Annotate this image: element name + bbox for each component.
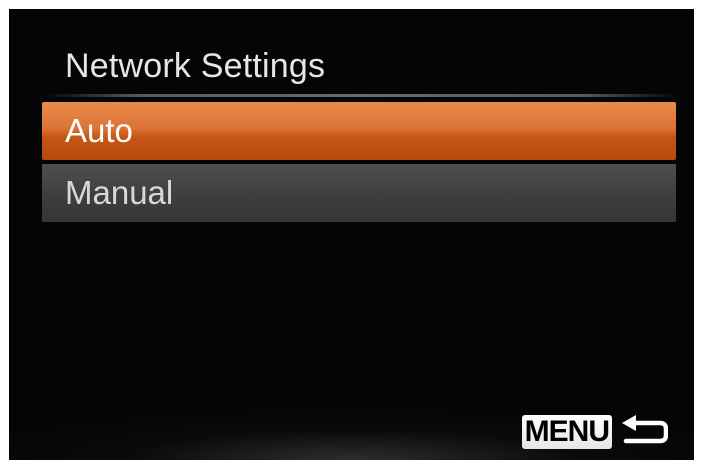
network-settings-menu: Auto Manual — [42, 102, 676, 222]
page-title: Network Settings — [65, 47, 326, 85]
footer-controls: MENU — [521, 415, 668, 449]
menu-button-badge[interactable]: MENU — [521, 415, 612, 449]
camera-screen: Network Settings Auto Manual MENU — [9, 9, 694, 460]
menu-item-manual[interactable]: Manual — [42, 164, 676, 222]
title-divider — [44, 94, 678, 97]
menu-item-auto[interactable]: Auto — [42, 102, 676, 160]
return-arrow-icon[interactable] — [620, 415, 668, 449]
